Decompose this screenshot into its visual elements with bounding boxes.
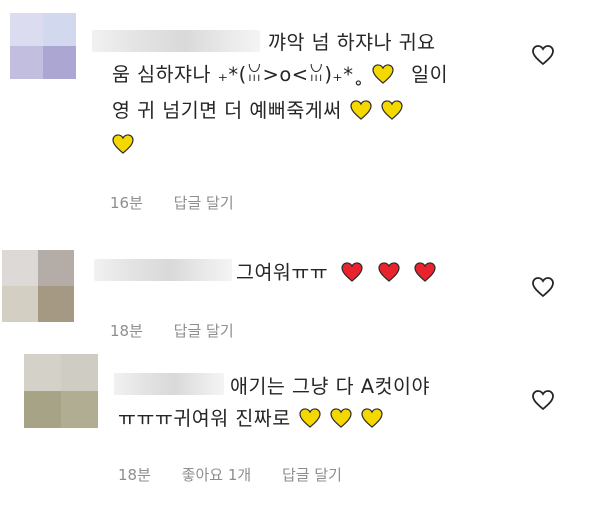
comment-text-line-1: 애기는 그냥 다 A컷이야 [230, 375, 430, 398]
red-heart-emoji [414, 262, 436, 282]
comment-text-line-1: 꺄악 넘 하쟈나 귀요 [268, 31, 436, 54]
comment-meta: 16분 답글 달기 [110, 192, 260, 213]
timestamp: 18분 [118, 466, 151, 484]
reply-button[interactable]: 답글 달기 [174, 322, 234, 340]
heart-outline-icon[interactable] [531, 276, 555, 298]
username-blurred[interactable] [114, 373, 224, 395]
username-blurred[interactable] [94, 259, 232, 281]
red-heart-emoji [378, 262, 400, 282]
yellow-heart-emoji [350, 100, 372, 120]
yellow-heart-emoji [330, 408, 352, 428]
yellow-heart-emoji [299, 408, 321, 428]
comment-text-line-3: 영 귀 넘기면 더 예뻐죽게써 [112, 96, 403, 126]
comment-meta: 18분 답글 달기 [110, 320, 260, 341]
red-heart-emoji [341, 262, 363, 282]
comment-text-line-2: 움 심하쟈나 ₊*(ꈍ>o<ꈍ)₊*˳ 일이 [112, 63, 449, 86]
timestamp: 16분 [110, 194, 143, 212]
yellow-heart-emoji [381, 100, 403, 120]
reply-button[interactable]: 답글 달기 [282, 466, 342, 484]
likes-count[interactable]: 좋아요 1개 [182, 466, 252, 484]
comment-text-line-4 [110, 130, 134, 160]
comment-text-line-2: ㅠㅠㅠ귀여워 진짜로 [118, 404, 383, 434]
yellow-heart-emoji [361, 408, 383, 428]
timestamp: 18분 [110, 322, 143, 340]
reply-button[interactable]: 답글 달기 [174, 194, 234, 212]
yellow-heart-emoji [112, 134, 134, 154]
avatar[interactable] [10, 13, 76, 79]
avatar[interactable] [24, 354, 98, 428]
yellow-heart-emoji [372, 64, 395, 84]
heart-outline-icon[interactable] [531, 389, 555, 411]
avatar[interactable] [2, 250, 74, 322]
username-blurred[interactable] [92, 30, 260, 52]
comment-text-line-1: 그여워ㅠㅠ [236, 258, 436, 288]
heart-outline-icon[interactable] [531, 44, 555, 66]
comment-meta: 18분 좋아요 1개 답글 달기 [118, 464, 368, 485]
